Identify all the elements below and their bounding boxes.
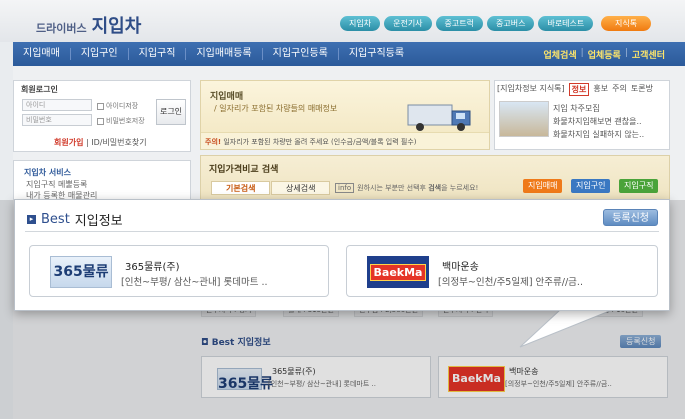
login-button[interactable]: 로그인 [156,99,186,125]
card-company-name: 365물류(주) [125,262,180,273]
company-register-link[interactable]: 업체등록 [588,48,621,61]
nav-jiip-seeking[interactable]: 지입구직 [129,48,187,60]
company-logo-365: 365물류 [50,256,112,288]
info-tab-info[interactable]: 정보 [568,83,590,96]
compare-note: info 원하시는 부분만 선택후 검색을 누르세요! [335,183,478,193]
card-company-desc: [의정부~인천/주5일제] 안주류//금.. [438,277,583,288]
compare-note-bold: 검색 [428,184,442,192]
info-item-2[interactable]: 화물차지입해보면 괜찮을.. [553,116,642,127]
login-title: 회원로그인 [21,85,58,94]
logo-big-text: 지입차 [91,16,142,37]
service-link-1[interactable]: 지입구직 메뿔등록 [26,179,87,190]
compare-seeking-button[interactable]: 지입구직 [619,179,659,193]
login-box: 회원로그인 아이디 비밀번호 아이디저장 비밀번호저장 로그인 회원가입 | I… [13,80,191,152]
best-card-365[interactable]: 365물류 365물류(주) [인천~부평/ 삼산~관내] 롯데마트 .. [29,245,329,297]
price-compare-search: 지입가격비교 검색 기본검색 상세검색 info 원하시는 부분만 선택후 검색을… [200,155,670,200]
compare-title: 지입가격비교 검색 [209,165,279,175]
logo-small-text: 드라이버스 [36,22,87,35]
jiip-sale-banner[interactable]: 지입매매 / 일자리가 포함된 차량들의 매매정보 주의! 일자리가 포함된 차… [200,80,490,150]
top-nav-jiipcha[interactable]: 지입차 [340,16,381,31]
company-search-link[interactable]: 업체검색 [544,48,577,61]
site-logo[interactable]: 드라이버스 지입차 [36,12,141,38]
info-thumbnail [499,101,549,137]
best-card-baekma[interactable]: BaekMa 백마운송 [의정부~인천/주5일제] 안주류//금.. [346,245,658,297]
customer-center-link[interactable]: 고객센터 [632,48,665,61]
info-tab-warning[interactable]: 주의 [612,83,627,96]
id-input[interactable]: 아이디 [22,99,92,111]
truck-icon [407,104,471,131]
site-header: 드라이버스 지입차 지입차 운전기사 중고트럭 중고버스 바로테스트 지식톡 [0,0,685,42]
nav-jiip-hiring[interactable]: 지입구인 [71,48,129,60]
info-item-3[interactable]: 화물차지입 실패하지 않는.. [553,129,644,140]
password-input[interactable]: 비밀번호 [22,114,92,126]
best-popup-title-en: Best [41,212,70,227]
save-id-label: 아이디저장 [106,102,139,110]
login-links: 회원가입 | ID/비밀번호찾기 [54,138,147,147]
best-popup-title: ▸ Best 지입정보 [27,210,123,229]
nav-right-links: 업체검색 | 업체등록 | 고객센터 [543,48,665,61]
banner-title: 지입매매 [210,92,244,102]
banner-notice: 주의! 일자리가 포함된 차량만 올려 주세요 (인수금/금액/블록 입력 필수… [201,132,489,149]
checkbox-icon [97,117,104,125]
top-nav-used-bus[interactable]: 중고버스 [487,16,535,31]
info-tab-promo[interactable]: 홍보 [593,83,608,96]
nav-jiip-sale-register[interactable]: 지입매매등록 [186,48,263,60]
info-tab-title: [지입차정보 지식톡] [497,84,565,93]
notice-text: 일자리가 포함된 차량만 올려 주세요 (인수금/금액/블록 입력 필수) [223,138,417,146]
best-info-popup: ▸ Best 지입정보 등록신청 365물류 365물류(주) [인천~부평/ … [14,199,670,311]
notice-label: 주의! [205,138,222,146]
nav-jiip-seeking-register[interactable]: 지입구직등록 [339,48,414,60]
best-popup-title-ko: 지입정보 [74,214,123,229]
square-arrow-icon: ▸ [27,215,36,224]
popup-divider [25,231,659,232]
save-id-checkbox[interactable]: 아이디저장 [97,101,138,111]
register-request-button[interactable]: 등록신청 [603,209,658,226]
nav-jiip-hiring-register[interactable]: 지입구인등록 [263,48,339,60]
knowledge-talk-button[interactable]: 지식톡 [601,16,652,31]
compare-note-text: 원하시는 부분만 선택후 [357,184,426,192]
save-pw-label: 비밀번호저장 [106,117,145,125]
top-nav-baro-test[interactable]: 바로테스트 [538,16,594,31]
info-tag: info [335,183,355,193]
info-tabs: [지입차정보 지식톡] 정보 홍보 주의 토론방 [497,83,653,96]
main-nav: 지입매매 지입구인 지입구직 지입매매등록 지입구인등록 지입구직등록 업체검색… [13,42,685,66]
checkbox-icon [97,102,104,110]
top-nav: 지입차 운전기사 중고트럭 중고버스 바로테스트 [340,16,594,31]
service-title[interactable]: 지입차 서비스 [24,167,71,178]
compare-sale-button[interactable]: 지입매매 [523,179,563,193]
banner-subtitle: / 일자리가 포함된 차량들의 매매정보 [214,104,338,113]
info-item-1[interactable]: 지입 차주모집 [553,103,600,114]
find-account-link[interactable]: ID/비밀번호찾기 [91,138,146,147]
service-box: 지입차 서비스 지입구직 메뿔등록 내가 등록한 매물관리 [13,160,191,200]
baekma-logo-text: BaekMa [369,263,427,281]
top-nav-driver[interactable]: 운전기사 [384,16,432,31]
signup-link[interactable]: 회원가입 [54,138,83,147]
compare-hiring-button[interactable]: 지입구인 [571,179,611,193]
info-tab-forum[interactable]: 토론방 [631,83,653,96]
save-pw-checkbox[interactable]: 비밀번호저장 [97,116,145,126]
tab-detail-search[interactable]: 상세검색 [271,181,331,195]
compare-note-end: 을 누르세요! [441,184,479,192]
top-nav-used-truck[interactable]: 중고트럭 [435,16,483,31]
info-talk-box: [지입차정보 지식톡] 정보 홍보 주의 토론방 지입 차주모집 화물차지입해보… [494,80,670,150]
nav-jiip-sale[interactable]: 지입매매 [13,48,71,60]
card-company-name: 백마운송 [442,262,479,273]
card-company-desc: [인천~부평/ 삼산~관내] 롯데마트 .. [121,277,268,288]
company-logo-baekma: BaekMa [367,256,429,288]
tab-basic-search[interactable]: 기본검색 [211,181,271,195]
